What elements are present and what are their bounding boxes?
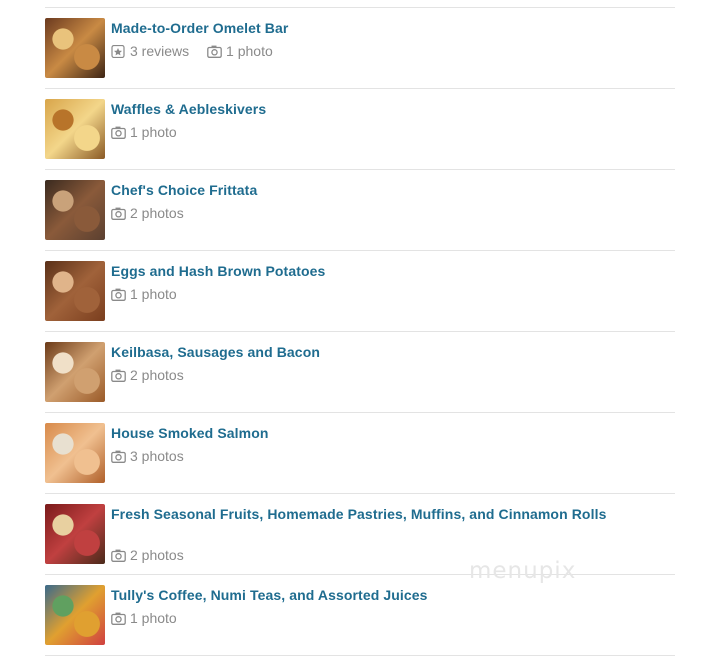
menu-item-list: Made-to-Order Omelet Bar 3 reviews 1 pho… xyxy=(45,0,675,656)
camera-icon xyxy=(111,126,126,139)
camera-icon xyxy=(207,45,222,58)
item-thumbnail[interactable] xyxy=(45,504,105,564)
photos-link[interactable]: 1 photo xyxy=(111,610,177,626)
photos-count: 2 photos xyxy=(130,205,184,221)
photos-count: 1 photo xyxy=(130,286,177,302)
menupix-watermark: menupix xyxy=(469,558,577,584)
menu-item: Tully's Coffee, Numi Teas, and Assorted … xyxy=(45,575,675,656)
item-meta: 2 photos xyxy=(111,547,198,563)
menu-item: Waffles & Aebleskivers 1 photo xyxy=(45,89,675,170)
item-meta: 3 reviews 1 photo xyxy=(111,43,287,59)
photos-link[interactable]: 3 photos xyxy=(111,448,184,464)
photos-count: 1 photo xyxy=(130,124,177,140)
item-title-link[interactable]: House Smoked Salmon xyxy=(111,424,611,442)
photos-link[interactable]: 2 photos xyxy=(111,367,184,383)
camera-icon xyxy=(111,288,126,301)
item-thumbnail[interactable] xyxy=(45,18,105,78)
item-thumbnail[interactable] xyxy=(45,261,105,321)
photos-count: 3 photos xyxy=(130,448,184,464)
photos-link[interactable]: 2 photos xyxy=(111,205,184,221)
photos-count: 2 photos xyxy=(130,367,184,383)
camera-icon xyxy=(111,612,126,625)
item-meta: 2 photos xyxy=(111,367,198,383)
item-thumbnail[interactable] xyxy=(45,180,105,240)
item-meta: 3 photos xyxy=(111,448,198,464)
camera-icon xyxy=(111,207,126,220)
top-divider xyxy=(45,0,675,8)
item-meta: 1 photo xyxy=(111,124,191,140)
camera-icon xyxy=(111,450,126,463)
item-thumbnail[interactable] xyxy=(45,423,105,483)
review-star-icon xyxy=(111,44,125,58)
menu-item: Made-to-Order Omelet Bar 3 reviews 1 pho… xyxy=(45,8,675,89)
menu-item: House Smoked Salmon 3 photos xyxy=(45,413,675,494)
menu-item: Chef's Choice Frittata 2 photos xyxy=(45,170,675,251)
menu-item: Fresh Seasonal Fruits, Homemade Pastries… xyxy=(45,494,675,575)
photos-link[interactable]: 1 photo xyxy=(207,43,273,59)
item-title-link[interactable]: Tully's Coffee, Numi Teas, and Assorted … xyxy=(111,586,611,604)
item-title-link[interactable]: Waffles & Aebleskivers xyxy=(111,100,611,118)
camera-icon xyxy=(111,369,126,382)
item-meta: 2 photos xyxy=(111,205,198,221)
item-meta: 1 photo xyxy=(111,286,191,302)
photos-link[interactable]: 1 photo xyxy=(111,286,177,302)
item-title-link[interactable]: Eggs and Hash Brown Potatoes xyxy=(111,262,611,280)
item-thumbnail[interactable] xyxy=(45,342,105,402)
item-thumbnail[interactable] xyxy=(45,585,105,645)
reviews-count: 3 reviews xyxy=(130,43,190,59)
photos-link[interactable]: 1 photo xyxy=(111,124,177,140)
reviews-link[interactable]: 3 reviews xyxy=(111,43,189,59)
photos-count: 1 photo xyxy=(130,610,177,626)
item-meta: 1 photo xyxy=(111,610,191,626)
item-title-link[interactable]: Chef's Choice Frittata xyxy=(111,181,611,199)
item-thumbnail[interactable] xyxy=(45,99,105,159)
menu-item: Eggs and Hash Brown Potatoes 1 photo xyxy=(45,251,675,332)
menu-item: Keilbasa, Sausages and Bacon 2 photos xyxy=(45,332,675,413)
camera-icon xyxy=(111,549,126,562)
photos-count: 2 photos xyxy=(130,547,184,563)
item-title-link[interactable]: Fresh Seasonal Fruits, Homemade Pastries… xyxy=(111,505,611,523)
item-title-link[interactable]: Made-to-Order Omelet Bar xyxy=(111,19,611,37)
item-title-link[interactable]: Keilbasa, Sausages and Bacon xyxy=(111,343,611,361)
photos-count: 1 photo xyxy=(226,43,273,59)
photos-link[interactable]: 2 photos xyxy=(111,547,184,563)
